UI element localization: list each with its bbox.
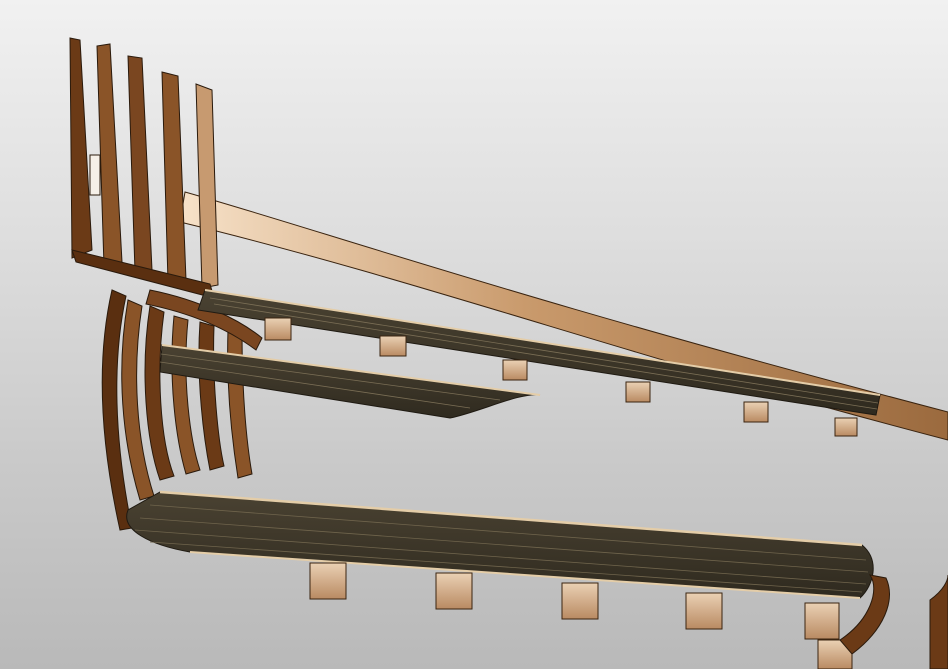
middle-deck [159,344,541,419]
lower-deck [126,490,948,669]
ship-hull-model [69,37,948,669]
upper-frame-ribs [69,37,219,299]
3d-viewport[interactable] [0,0,948,669]
